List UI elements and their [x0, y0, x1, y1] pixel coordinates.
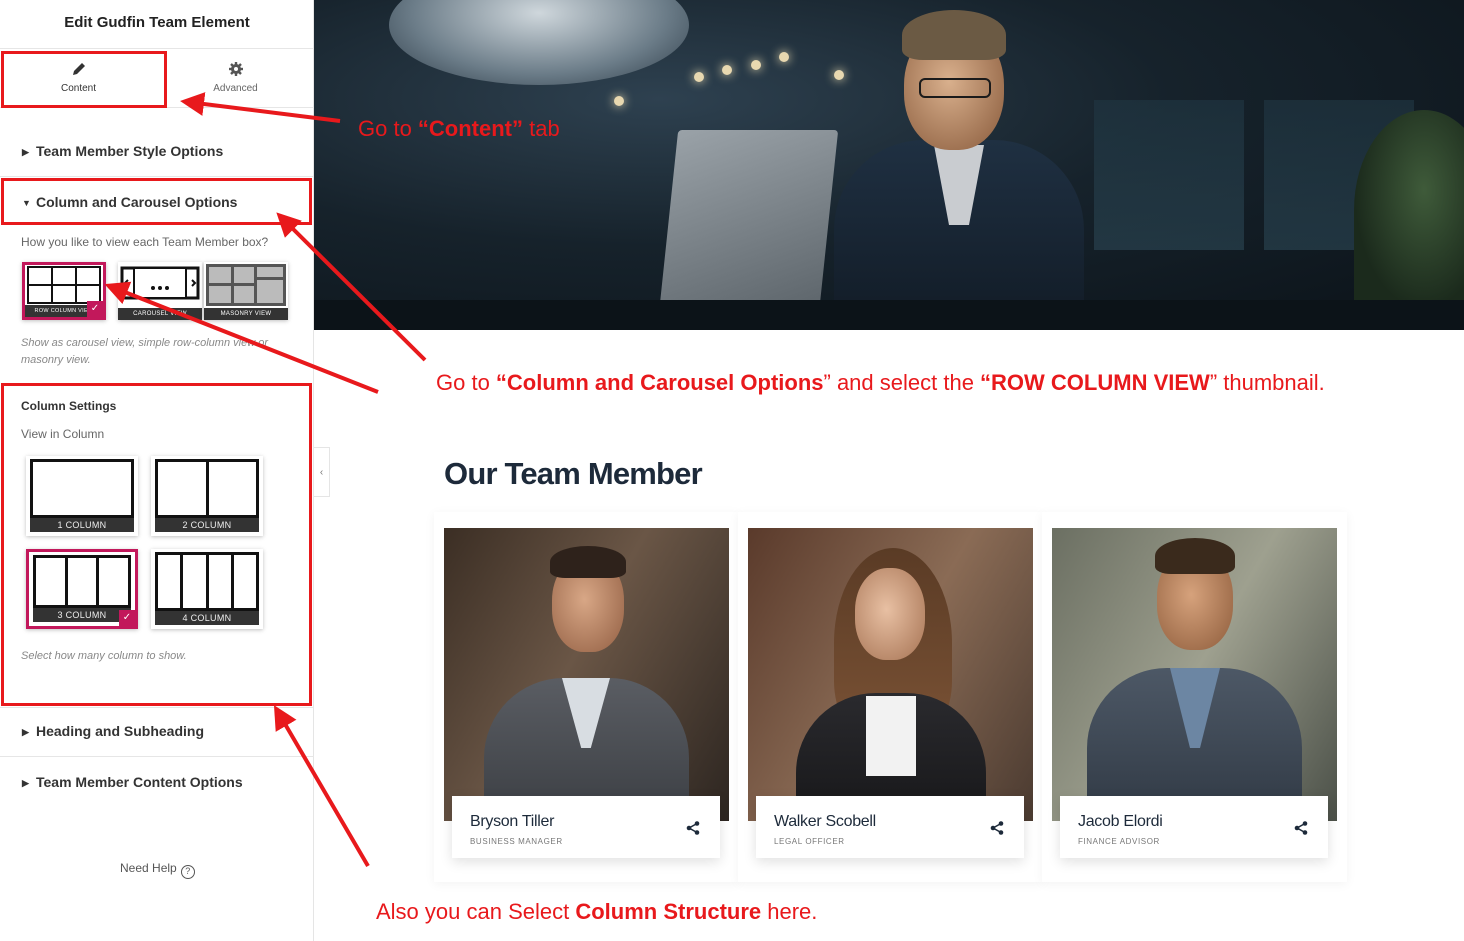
gear-icon — [228, 62, 243, 76]
hero-light — [834, 70, 844, 80]
tab-advanced[interactable]: Advanced — [157, 52, 314, 106]
member-role: BUSINESS MANAGER — [470, 837, 563, 846]
panel-title: Edit Gudfin Team Element — [64, 14, 250, 31]
section-label: Team Member Content Options — [36, 774, 243, 790]
row-column-view-graphic — [27, 266, 101, 304]
section-team-member-style[interactable]: ▶ Team Member Style Options — [22, 143, 223, 159]
need-help-label: Need Help — [120, 861, 177, 875]
masonry-view-thumb[interactable]: MASONRY VIEW — [204, 262, 288, 320]
team-section-title: Our Team Member — [444, 456, 703, 491]
hero-light — [614, 96, 624, 106]
member-photo — [444, 528, 729, 821]
member-photo — [748, 528, 1033, 821]
annotation-row-column: Go to “Column and Carousel Options” and … — [436, 370, 1325, 395]
share-icon[interactable] — [1294, 821, 1308, 835]
annotation-content-tab: Go to “Content” tab — [358, 116, 560, 141]
hero-window — [1094, 100, 1244, 250]
section-team-member-content[interactable]: ▶ Team Member Content Options — [22, 774, 243, 790]
annotation-box-column-carousel — [1, 178, 312, 225]
chevron-left-icon: ‹ — [319, 467, 324, 478]
member-info-box: Jacob Elordi FINANCE ADVISOR — [1060, 796, 1328, 858]
hero-light — [751, 60, 761, 70]
tab-advanced-label: Advanced — [213, 83, 258, 94]
member-role: LEGAL OFFICER — [774, 837, 845, 846]
member-name: Walker Scobell — [774, 813, 876, 830]
divider — [0, 707, 314, 708]
carousel-view-graphic — [120, 266, 200, 300]
hero-light — [722, 65, 732, 75]
member-info-box: Walker Scobell LEGAL OFFICER — [756, 796, 1024, 858]
team-card: Bryson Tiller BUSINESS MANAGER — [434, 512, 739, 882]
divider — [0, 176, 314, 177]
masonry-view-graphic — [206, 264, 286, 306]
help-circle-icon: ? — [180, 865, 195, 879]
view-caption: MASONRY VIEW — [204, 308, 288, 320]
caret-right-icon: ▶ — [22, 727, 29, 737]
panel-collapse-toggle[interactable]: ‹ — [314, 447, 330, 497]
annotation-column-structure: Also you can Select Column Structure her… — [376, 899, 818, 924]
section-label: Team Member Style Options — [36, 143, 224, 159]
divider — [0, 48, 314, 49]
section-label: Heading and Subheading — [36, 723, 205, 739]
member-photo — [1052, 528, 1337, 821]
need-help-link[interactable]: Need Help? — [120, 861, 195, 879]
share-icon[interactable] — [990, 821, 1004, 835]
member-info-box: Bryson Tiller BUSINESS MANAGER — [452, 796, 720, 858]
member-name: Bryson Tiller — [470, 813, 555, 830]
hero-person-hair — [902, 10, 1006, 60]
section-heading-subheading[interactable]: ▶ Heading and Subheading — [22, 723, 204, 739]
share-icon[interactable] — [686, 821, 700, 835]
divider — [0, 756, 314, 757]
check-icon: ✓ — [87, 301, 103, 317]
annotation-box-column-settings — [1, 383, 312, 706]
carousel-view-thumb[interactable]: CAROUSEL VIEW — [118, 262, 202, 320]
member-name: Jacob Elordi — [1078, 813, 1163, 830]
hero-laptop — [659, 130, 839, 305]
team-card: Jacob Elordi FINANCE ADVISOR — [1042, 512, 1347, 882]
row-column-view-thumb[interactable]: ROW COLUMN VIEW ✓ — [22, 262, 106, 320]
view-hint: Show as carousel view, simple row-column… — [21, 337, 268, 366]
view-caption: CAROUSEL VIEW — [118, 308, 202, 320]
hero-person-glasses — [919, 78, 991, 98]
hero-image — [314, 0, 1464, 330]
caret-right-icon: ▶ — [22, 778, 29, 788]
hero-light — [694, 72, 704, 82]
team-card: Walker Scobell LEGAL OFFICER — [738, 512, 1043, 882]
hero-desk — [314, 300, 1464, 330]
view-question: How you like to view each Team Member bo… — [21, 235, 269, 249]
hero-light — [779, 52, 789, 62]
hero-lamp — [389, 0, 689, 85]
caret-right-icon: ▶ — [22, 147, 29, 157]
page-root: Edit Gudfin Team Element Content Advance… — [0, 0, 1464, 941]
member-role: FINANCE ADVISOR — [1078, 837, 1160, 846]
annotation-box-content-tab — [1, 51, 167, 108]
